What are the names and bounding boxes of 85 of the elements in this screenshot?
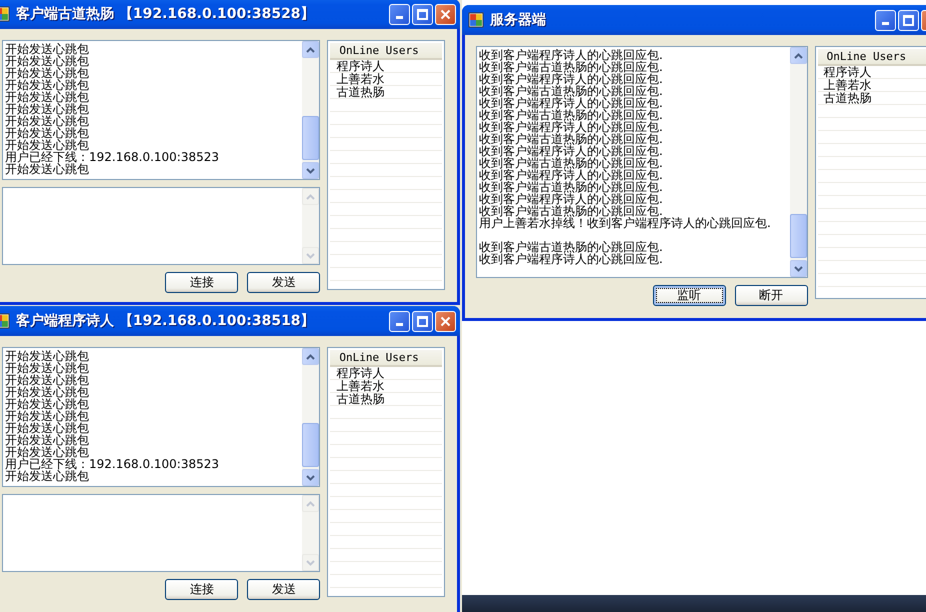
message-input[interactable]	[2, 494, 320, 572]
log-line: 收到客户端程序诗人的心跳回应包.	[479, 49, 664, 61]
log-line: 收到客户端古道热肠的心跳回应包.	[479, 61, 664, 73]
close-icon[interactable]	[440, 316, 451, 326]
log-line: 开始发送心跳包	[5, 103, 90, 115]
vertical-scrollbar[interactable]	[302, 41, 320, 179]
log-line: 开始发送心跳包	[5, 139, 90, 151]
log-line: 收到客户端古道热肠的心跳回应包.	[479, 109, 664, 121]
log-line: 用户已经下线：192.168.0.100:38523	[5, 151, 220, 163]
message-input[interactable]	[2, 187, 320, 265]
log-line: 收到客户端程序诗人的心跳回应包.	[479, 97, 664, 109]
log-line: 收到客户端古道热肠的心跳回应包.	[479, 157, 664, 169]
column-header[interactable]: OnLine Users	[330, 43, 442, 60]
log-line: 开始发送心跳包	[5, 163, 90, 175]
scroll-thumb[interactable]	[790, 214, 807, 258]
close-button[interactable]	[435, 310, 456, 332]
scroll-down-icon[interactable]	[794, 266, 803, 272]
scroll-down-icon[interactable]	[306, 474, 316, 480]
scroll-up-icon[interactable]	[794, 52, 803, 58]
log-line: 开始发送心跳包	[5, 386, 90, 398]
log-line: 开始发送心跳包	[5, 55, 90, 67]
log-line: 开始发送心跳包	[5, 470, 90, 482]
action-button[interactable]: 断开	[734, 285, 808, 306]
column-header[interactable]: OnLine Users	[818, 49, 926, 66]
log-line: 开始发送心跳包	[5, 446, 90, 458]
log-line: 收到客户端古道热肠的心跳回应包.	[479, 205, 663, 217]
maximize-button[interactable]	[412, 310, 433, 332]
action-button[interactable]: 连接	[165, 579, 238, 600]
minimize-button[interactable]	[389, 310, 410, 332]
vertical-scrollbar[interactable]	[302, 348, 320, 486]
user-list-item[interactable]: 程序诗人	[330, 367, 442, 380]
log-line: 收到客户端程序诗人的心跳回应包.	[479, 145, 664, 157]
log-line: 开始发送心跳包	[5, 43, 90, 55]
log-line: 收到客户端古道热肠的心跳回应包.	[479, 85, 664, 97]
maximize-icon[interactable]	[903, 14, 914, 26]
log-line: 收到客户端程序诗人的心跳回应包.	[479, 169, 664, 181]
scroll-up-icon[interactable]	[306, 46, 316, 52]
log-line: 开始发送心跳包	[5, 79, 90, 91]
log-line: 开始发送心跳包	[5, 422, 90, 434]
maximize-icon[interactable]	[417, 8, 428, 20]
minimize-button[interactable]	[875, 10, 896, 30]
log-line: 用户已经下线：192.168.0.100:38523	[5, 458, 220, 470]
log-line: 收到客户端程序诗人的心跳回应包.	[479, 253, 664, 265]
action-button[interactable]: 发送	[247, 272, 320, 293]
maximize-button[interactable]	[412, 4, 433, 24]
log-line: 开始发送心跳包	[5, 127, 90, 139]
action-button[interactable]: 发送	[247, 579, 320, 600]
log-line: 开始发送心跳包	[5, 362, 90, 374]
log-line: 收到客户端古道热肠的心跳回应包.	[479, 133, 664, 145]
close-icon[interactable]	[440, 8, 451, 20]
log-line: 收到客户端程序诗人的心跳回应包.	[479, 73, 664, 85]
column-header[interactable]: OnLine Users	[330, 350, 442, 367]
minimize-button[interactable]	[389, 4, 410, 24]
app-icon	[468, 12, 484, 28]
log-line: 开始发送心跳包	[5, 398, 90, 410]
close-button[interactable]	[435, 4, 456, 24]
user-list-item[interactable]: 程序诗人	[330, 60, 442, 73]
action-button[interactable]: 连接	[165, 272, 238, 293]
log-line: 开始发送心跳包	[5, 434, 90, 446]
log-line: 收到客户端古道热肠的心跳回应包.	[479, 241, 664, 253]
log-line: 开始发送心跳包	[5, 67, 90, 79]
scroll-thumb[interactable]	[302, 116, 320, 160]
window-title: 服务器端	[490, 11, 547, 29]
log-line: 开始发送心跳包	[5, 91, 90, 103]
vertical-scrollbar[interactable]	[790, 47, 807, 277]
log-line: 收到客户端程序诗人的心跳回应包.	[479, 121, 664, 133]
window-title: 客户端古道热肠 【192.168.0.100:38528】	[16, 5, 316, 23]
action-button[interactable]: 监听	[652, 285, 726, 306]
user-list-item[interactable]: 上善若水	[330, 73, 442, 86]
scroll-up-icon[interactable]	[306, 354, 316, 360]
log-line: 开始发送心跳包	[5, 115, 90, 127]
log-line: 收到客户端古道热肠的心跳回应包.	[479, 181, 664, 193]
log-line: 收到客户端程序诗人的心跳回应包.	[479, 193, 664, 205]
log-line: 开始发送心跳包	[5, 350, 90, 362]
user-list-item[interactable]: 上善若水	[330, 380, 442, 393]
log-line: 开始发送心跳包	[5, 374, 90, 386]
user-list-item[interactable]: 程序诗人	[818, 66, 926, 79]
maximize-button[interactable]	[898, 10, 919, 30]
user-list-item[interactable]: 上善若水	[818, 79, 926, 92]
maximize-icon[interactable]	[417, 316, 428, 326]
log-line: 开始发送心跳包	[5, 410, 90, 422]
scroll-thumb[interactable]	[302, 423, 320, 467]
log-line: 用户上善若水掉线！收到客户端程序诗人的心跳回应包.	[479, 217, 772, 229]
scroll-down-icon[interactable]	[306, 168, 316, 174]
window-title: 客户端程序诗人 【192.168.0.100:38518】	[16, 312, 316, 330]
